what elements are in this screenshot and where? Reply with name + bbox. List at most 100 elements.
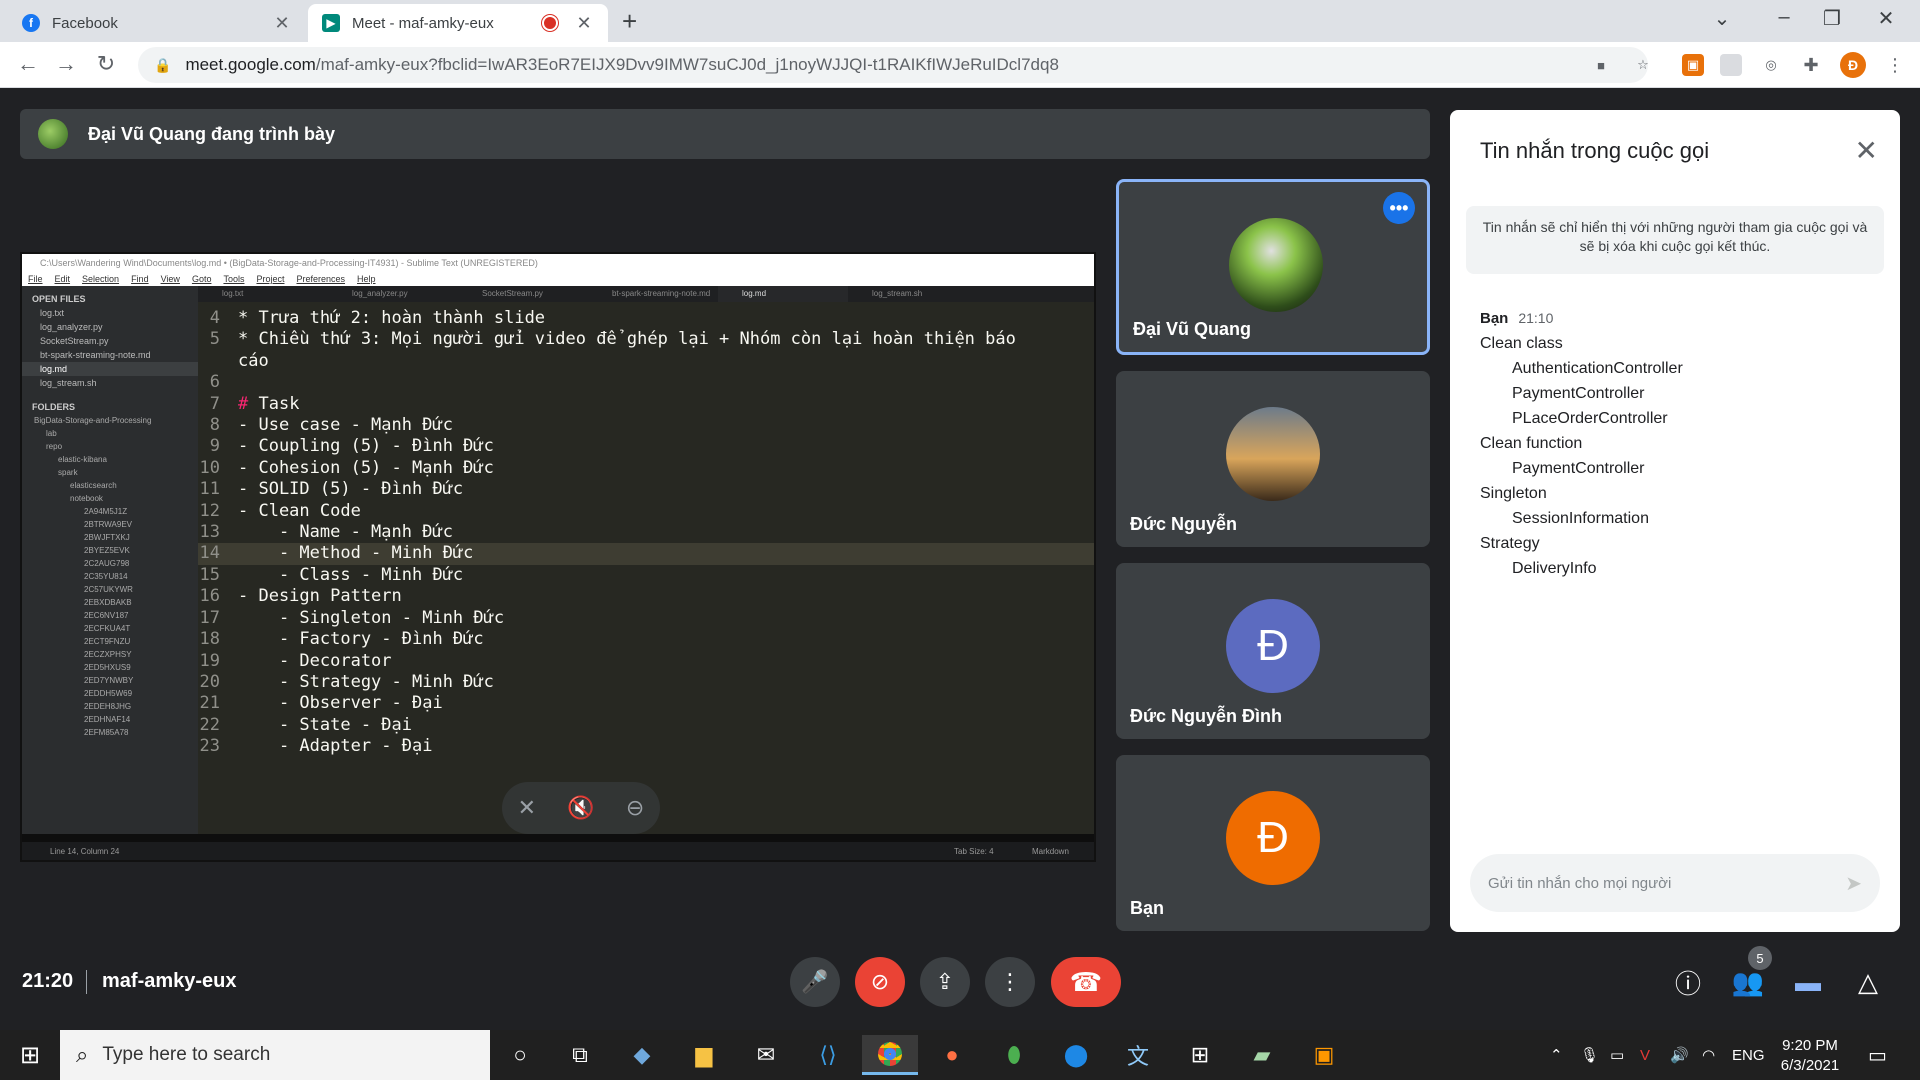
leave-call-button[interactable]: ☎ [1051,957,1121,1007]
folder-item[interactable]: 2C57UKYWR [22,583,198,596]
maximize-button[interactable]: ❐ [1812,6,1852,31]
more-options-button[interactable]: ⋮ [985,957,1035,1007]
open-file-item[interactable]: bt-spark-streaming-note.md [22,348,198,362]
open-file-item[interactable]: log.txt [22,306,198,320]
folder-item[interactable]: 2EDDH5W69 [22,687,198,700]
folder-item[interactable]: 2EBXDBAKB [22,596,198,609]
folder-item[interactable]: notebook [22,492,198,505]
mute-off-icon[interactable]: 🔇 [567,795,594,821]
maps-icon[interactable]: ⬤ [1048,1035,1104,1075]
close-tab-icon[interactable]: ✕ [574,13,594,34]
pin-off-icon[interactable]: ✕ [518,795,536,821]
chrome-icon[interactable] [862,1035,918,1075]
sublime-menu-item[interactable]: Project [256,274,284,284]
postman-icon[interactable]: ● [924,1035,980,1075]
folder-item[interactable]: elasticsearch [22,479,198,492]
editor-tab[interactable]: log_stream.sh [848,286,978,302]
store-icon[interactable]: ⊞ [1172,1035,1228,1075]
bookmark-star-icon[interactable]: ☆ [1632,54,1654,76]
3d-viewer-icon[interactable]: ◆ [614,1035,670,1075]
battery-icon[interactable]: ▭ [1610,1030,1624,1080]
tab-search-icon[interactable]: ⌄ [1702,6,1742,31]
folder-item[interactable]: 2ED7YNWBY [22,674,198,687]
folder-item[interactable]: elastic-kibana [22,453,198,466]
volume-icon[interactable]: 🔊 [1670,1030,1689,1080]
vscode-icon[interactable]: ⟨⟩ [800,1035,856,1075]
editor-tab[interactable]: log_analyzer.py [328,286,458,302]
pdf-icon[interactable]: ▣ [1296,1035,1352,1075]
folder-item[interactable]: 2ECZXPHSY [22,648,198,661]
close-window-button[interactable]: ✕ [1866,6,1906,31]
folder-item[interactable]: 2EFM85A78 [22,726,198,739]
mail-icon[interactable]: ✉ [738,1035,794,1075]
folder-item[interactable]: 2ECT9FNZU [22,635,198,648]
new-tab-button[interactable]: + [622,6,637,37]
open-file-item[interactable]: log_analyzer.py [22,320,198,334]
folder-item[interactable]: 2C35YU814 [22,570,198,583]
close-tab-icon[interactable]: ✕ [272,13,292,34]
task-view-icon[interactable]: ⧉ [552,1035,608,1075]
sublime-menu-item[interactable]: Tools [223,274,244,284]
editor-tab[interactable]: log.txt [198,286,328,302]
folder-item[interactable]: 2C2AUG798 [22,557,198,570]
extension-icon[interactable]: ▣ [1682,54,1704,76]
editor-tab[interactable]: bt-spark-streaming-note.md [588,286,718,302]
folder-item[interactable]: lab [22,427,198,440]
chat-icon[interactable]: ▬ [1790,964,1826,1000]
sublime-menu-item[interactable]: Find [131,274,149,284]
wifi-icon[interactable]: ◠ [1702,1030,1715,1080]
remove-icon[interactable]: ⊖ [626,795,644,821]
sublime-menu-item[interactable]: View [161,274,180,284]
participant-tile[interactable]: ••• Đại Vũ Quang [1116,179,1430,355]
minimize-button[interactable]: – [1764,6,1804,29]
tray-microphone-icon[interactable]: 🎙 [1580,1030,1599,1080]
chat-message-input[interactable] [1488,874,1846,892]
cortana-icon[interactable]: ○ [492,1035,548,1075]
meeting-details-icon[interactable]: ⓘ [1670,964,1706,1000]
sublime-menu-item[interactable]: File [28,274,43,284]
translator-icon[interactable]: 文 [1110,1035,1166,1075]
folder-item[interactable]: 2A94M5J1Z [22,505,198,518]
sublime-menu-item[interactable]: Preferences [296,274,345,284]
participant-tile[interactable]: Đ Bạn [1116,755,1430,931]
folder-item[interactable]: repo [22,440,198,453]
notifications-icon[interactable]: ▭ [1868,1030,1887,1080]
folder-item[interactable]: 2EDEH8JHG [22,700,198,713]
folder-item[interactable]: 2BYEZ5EVK [22,544,198,557]
close-icon[interactable]: ✕ [1855,134,1878,167]
tab-meet[interactable]: ▶ Meet - maf-amky-eux ✕ [308,4,608,42]
folder-item[interactable]: BigData-Storage-and-Processing [22,414,198,427]
send-icon[interactable]: ➤ [1845,871,1862,896]
open-file-item[interactable]: log_stream.sh [22,376,198,390]
tab-facebook[interactable]: f Facebook ✕ [8,4,306,42]
extensions-puzzle-icon[interactable]: ✚ [1800,54,1822,76]
taskbar-search[interactable]: ⌕ Type here to search [60,1030,490,1080]
camera-blocked-icon[interactable]: ■ [1590,54,1612,76]
browser-menu-icon[interactable]: ⋮ [1884,54,1906,76]
sublime-menu-item[interactable]: Selection [82,274,119,284]
sublime-menu-item[interactable]: Goto [192,274,212,284]
more-options-icon[interactable]: ••• [1383,192,1415,224]
address-bar[interactable]: 🔒 meet.google.com/maf-amky-eux?fbclid=Iw… [138,47,1648,83]
folder-item[interactable]: 2ECFKUA4T [22,622,198,635]
folder-item[interactable]: 2EDHNAF14 [22,713,198,726]
folder-item[interactable]: spark [22,466,198,479]
profile-avatar[interactable]: Đ [1840,52,1866,78]
extension-icon[interactable]: ◎ [1760,54,1782,76]
folder-item[interactable]: 2ED5HXUS9 [22,661,198,674]
folder-item[interactable]: 2BWJFTXKJ [22,531,198,544]
sublime-menu-item[interactable]: Edit [55,274,71,284]
antivirus-icon[interactable]: V [1640,1030,1650,1080]
editor-tab[interactable]: log.md [718,286,848,302]
language-indicator[interactable]: ENG [1732,1030,1765,1080]
taskbar-clock[interactable]: 9:20 PM 6/3/2021 [1774,1036,1846,1076]
notes-icon[interactable]: ▰ [1234,1035,1290,1075]
camera-off-button[interactable]: ⊘ [855,957,905,1007]
open-file-item[interactable]: SocketStream.py [22,334,198,348]
open-file-item[interactable]: log.md [22,362,198,376]
extension-icon[interactable] [1720,54,1742,76]
tray-chevron-icon[interactable]: ⌃ [1550,1030,1563,1080]
mongodb-icon[interactable]: ⬮ [986,1035,1042,1075]
editor-tab[interactable]: SocketStream.py [458,286,588,302]
activities-icon[interactable]: △ [1850,964,1886,1000]
